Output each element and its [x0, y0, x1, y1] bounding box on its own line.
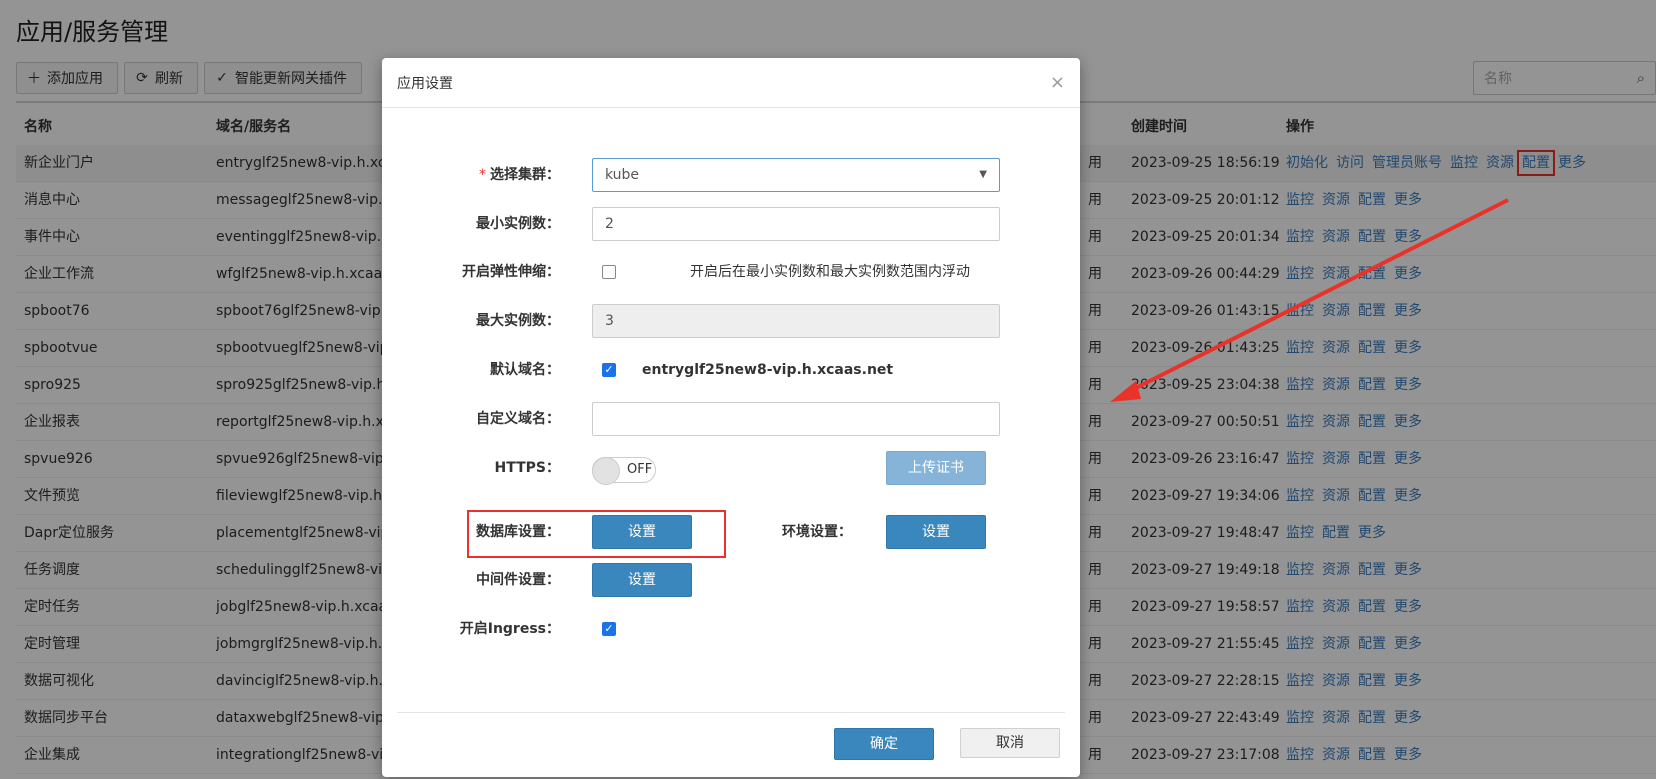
ingress-label: 开启Ingress： [459, 621, 560, 637]
min-instances-input[interactable]: 2 [592, 207, 1000, 241]
https-toggle[interactable]: OFF [592, 457, 656, 485]
highlight-box [467, 510, 726, 558]
custom-domain-row: 自定义域名： [382, 402, 1080, 436]
middleware-row: 中间件设置： 设置 [382, 563, 1080, 597]
modal-header: 应用设置 × [382, 58, 1080, 108]
toggle-knob [592, 457, 620, 485]
env-settings-label: 环境设置： [782, 524, 852, 540]
max-instances-input: 3 [592, 304, 1000, 338]
upload-cert-button[interactable]: 上传证书 [886, 451, 986, 485]
custom-domain-input[interactable] [592, 402, 1000, 436]
autoscale-label: 开启弹性伸缩： [462, 264, 560, 280]
cancel-button[interactable]: 取消 [960, 728, 1060, 758]
app-settings-modal: 应用设置 × * 选择集群： kube ▼ 最小实例数： 2 开启弹性伸缩： 开启… [382, 58, 1080, 777]
https-label: HTTPS： [494, 460, 560, 476]
cluster-row: * 选择集群： kube ▼ [382, 158, 1080, 192]
default-domain-checkbox[interactable]: ✓ [602, 363, 616, 377]
modal-title: 应用设置 [397, 75, 453, 92]
min-instances-label: 最小实例数： [476, 216, 560, 232]
env-settings-button[interactable]: 设置 [886, 515, 986, 549]
cluster-label: * 选择集群： [479, 158, 560, 192]
autoscale-help: 开启后在最小实例数和最大实例数范围内浮动 [690, 264, 970, 280]
default-domain-label: 默认域名： [490, 362, 560, 378]
close-icon[interactable]: × [1050, 72, 1065, 93]
ok-button[interactable]: 确定 [834, 728, 934, 760]
chevron-down-icon: ▼ [979, 169, 987, 180]
modal-footer-divider [397, 712, 1065, 713]
autoscale-row: 开启弹性伸缩： 开启后在最小实例数和最大实例数范围内浮动 [382, 255, 1080, 289]
middleware-label: 中间件设置： [476, 572, 560, 588]
ingress-row: 开启Ingress： ✓ [382, 612, 1080, 646]
cluster-label-text: 选择集群： [490, 167, 560, 183]
https-row: HTTPS： OFF 上传证书 [382, 451, 1080, 485]
default-domain-row: 默认域名： ✓ entryglf25new8-vip.h.xcaas.net [382, 353, 1080, 387]
cluster-value: kube [605, 167, 640, 183]
max-instances-label: 最大实例数： [476, 313, 560, 329]
cluster-select[interactable]: kube ▼ [592, 158, 1000, 192]
max-instances-row: 最大实例数： 3 [382, 304, 1080, 338]
autoscale-checkbox[interactable] [602, 265, 616, 279]
default-domain-value: entryglf25new8-vip.h.xcaas.net [642, 362, 894, 378]
https-state: OFF [627, 462, 653, 477]
required-mark: * [479, 167, 486, 183]
custom-domain-label: 自定义域名： [476, 411, 560, 427]
ingress-checkbox[interactable]: ✓ [602, 622, 616, 636]
middleware-settings-button[interactable]: 设置 [592, 563, 692, 597]
min-instances-row: 最小实例数： 2 [382, 207, 1080, 241]
